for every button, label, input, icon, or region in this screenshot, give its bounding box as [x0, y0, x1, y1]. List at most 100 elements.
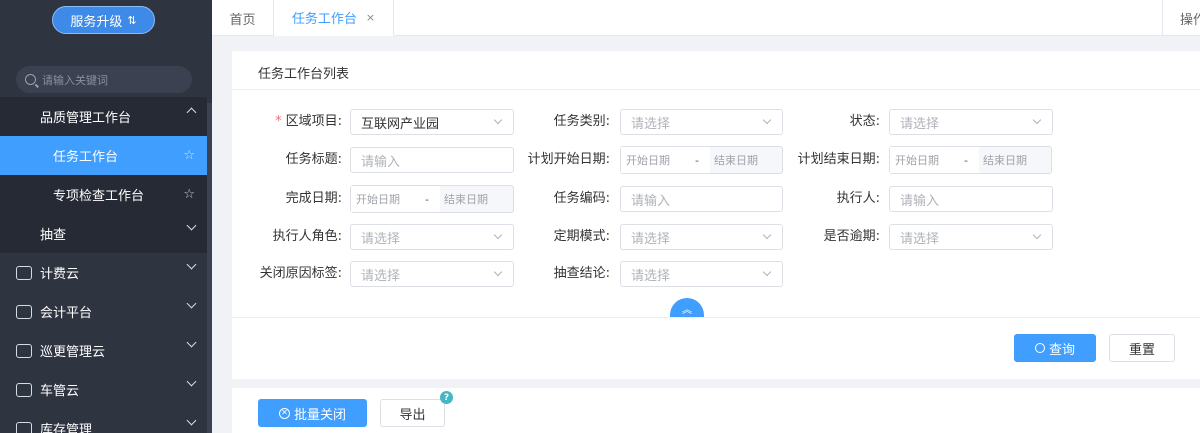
top-tab-bar: 首页 任务工作台 × 操作 [212, 0, 1200, 36]
menu-inventory-label: 库存管理 [40, 423, 93, 433]
cloud-icon [16, 265, 32, 280]
task-list-card: 任务工作台列表 * 区域项目: 互联网产业园 任务类别: 请选择 状态: 请选择 … [232, 51, 1200, 433]
search-icon [25, 74, 36, 85]
status-placeholder: 请选择 [900, 116, 940, 132]
task-title-label: 任务标题: [285, 152, 342, 167]
menu-group-sampling[interactable]: 抽查 [0, 214, 207, 253]
plan-end-to-input[interactable]: 结束日期 [979, 152, 1051, 168]
ledger-icon [16, 304, 32, 319]
menu-patrol-label: 巡更管理云 [40, 345, 106, 360]
page-title: 任务工作台列表 [258, 67, 350, 82]
chevron-up-icon [186, 107, 197, 118]
reset-button[interactable]: 重置 [1109, 334, 1175, 362]
export-label: 导出 [399, 407, 426, 423]
overdue-select[interactable]: 请选择 [889, 224, 1053, 250]
status-select[interactable]: 请选择 [889, 109, 1053, 135]
executor-role-select[interactable]: 请选择 [350, 224, 514, 250]
query-button[interactable]: 查询 [1014, 334, 1096, 362]
range-separator: - [414, 186, 440, 212]
collapse-filters-button[interactable]: ︽ [670, 298, 704, 317]
star-icon[interactable]: ☆ [183, 187, 195, 202]
batch-close-button[interactable]: ✕ 批量关闭 [258, 399, 367, 427]
patrol-icon [16, 343, 32, 358]
area-project-label: * 区域项目: [232, 109, 342, 135]
task-type-placeholder: 请选择 [631, 116, 671, 132]
executor-role-label: 执行人角色: [272, 229, 342, 244]
menu-billing-cloud[interactable]: 计费云 [0, 253, 207, 292]
chevron-down-icon [186, 376, 197, 387]
tab-current-label: 任务工作台 [291, 11, 357, 27]
plan-start-from-input[interactable]: 开始日期 [621, 147, 684, 173]
task-code-input[interactable]: 请输入 [620, 186, 783, 212]
menu-group-quality[interactable]: 品质管理工作台 [0, 97, 207, 136]
chevron-down-icon [186, 220, 197, 231]
finish-from-input[interactable]: 开始日期 [351, 186, 414, 212]
chevron-down-icon [186, 259, 197, 270]
sidebar-scrollbar[interactable] [207, 103, 212, 433]
range-separator: - [953, 147, 979, 173]
sort-arrows-icon: ⇅ [127, 13, 137, 27]
plan-end-from-input[interactable]: 开始日期 [890, 147, 953, 173]
menu-group-sampling-label: 抽查 [40, 228, 67, 243]
car-icon [16, 382, 32, 397]
service-upgrade-button[interactable]: 服务升级 ⇅ [52, 6, 155, 34]
chevron-down-icon [186, 337, 197, 348]
overdue-placeholder: 请选择 [900, 231, 940, 247]
task-title-placeholder: 请输入 [361, 154, 401, 170]
close-reason-select[interactable]: 请选择 [350, 261, 514, 287]
plan-start-date-range[interactable]: 开始日期 - 结束日期 [620, 146, 783, 174]
plan-end-date-range[interactable]: 开始日期 - 结束日期 [889, 146, 1052, 174]
periodic-mode-placeholder: 请选择 [631, 231, 671, 247]
close-icon[interactable]: × [366, 11, 375, 24]
check-result-label: 抽查结论: [553, 266, 610, 281]
task-title-input[interactable]: 请输入 [350, 147, 514, 173]
periodic-mode-select[interactable]: 请选择 [620, 224, 783, 250]
export-button[interactable]: 导出 [380, 399, 445, 427]
plan-start-date-label: 计划开始日期: [527, 152, 610, 167]
section-gap [232, 379, 1200, 388]
finish-date-label: 完成日期: [285, 191, 342, 206]
finish-date-range[interactable]: 开始日期 - 结束日期 [350, 185, 514, 213]
sidebar-search-placeholder: 请输入关键词 [42, 73, 108, 87]
task-code-label: 任务编码: [553, 191, 610, 206]
reset-button-label: 重置 [1128, 342, 1155, 358]
tab-task-workbench[interactable]: 任务工作台 × [274, 0, 394, 36]
area-project-select[interactable]: 互联网产业园 [350, 109, 514, 135]
check-result-placeholder: 请选择 [631, 268, 671, 284]
check-result-select[interactable]: 请选择 [620, 261, 783, 287]
menu-inventory[interactable]: 库存管理 [0, 409, 207, 433]
executor-label: 执行人: [836, 191, 880, 206]
menu-vehicle-label: 车管云 [40, 384, 80, 399]
divider [232, 89, 1200, 90]
task-type-select[interactable]: 请选择 [620, 109, 783, 135]
plan-end-date-label: 计划结束日期: [797, 152, 880, 167]
menu-group-quality-label: 品质管理工作台 [40, 111, 132, 126]
sidebar-item-special-label: 专项检查工作台 [53, 189, 145, 204]
sidebar-item-task-workbench[interactable]: 任务工作台 ☆ [0, 136, 207, 175]
tab-home[interactable]: 首页 [212, 0, 274, 36]
sidebar-search-input[interactable]: 请输入关键词 [16, 66, 192, 93]
menu-vehicle-cloud[interactable]: 车管云 [0, 370, 207, 409]
range-separator: - [684, 147, 710, 173]
help-icon[interactable]: ? [440, 391, 453, 404]
chevron-down-icon [1032, 230, 1042, 240]
menu-billing-label: 计费云 [40, 267, 80, 282]
double-chevron-up-icon: ︽ [682, 305, 692, 316]
sidebar-item-task-label: 任务工作台 [53, 150, 119, 165]
star-icon[interactable]: ☆ [183, 148, 195, 163]
chevron-down-icon [762, 267, 772, 277]
overdue-label: 是否逾期: [823, 229, 880, 244]
menu-patrol-cloud[interactable]: 巡更管理云 [0, 331, 207, 370]
status-label: 状态: [849, 114, 880, 129]
operations-menu[interactable]: 操作 [1162, 0, 1200, 36]
required-mark: * [275, 114, 282, 129]
executor-input[interactable]: 请输入 [889, 186, 1053, 212]
sidebar-item-special-inspection[interactable]: 专项检查工作台 ☆ [0, 175, 207, 214]
search-icon [1034, 343, 1045, 353]
task-code-placeholder: 请输入 [631, 193, 671, 209]
menu-accounting-label: 会计平台 [40, 306, 93, 321]
location-pin-icon [16, 421, 32, 433]
close-reason-placeholder: 请选择 [361, 268, 401, 284]
area-project-label-text: 区域项目: [285, 114, 342, 129]
menu-accounting-platform[interactable]: 会计平台 [0, 292, 207, 331]
